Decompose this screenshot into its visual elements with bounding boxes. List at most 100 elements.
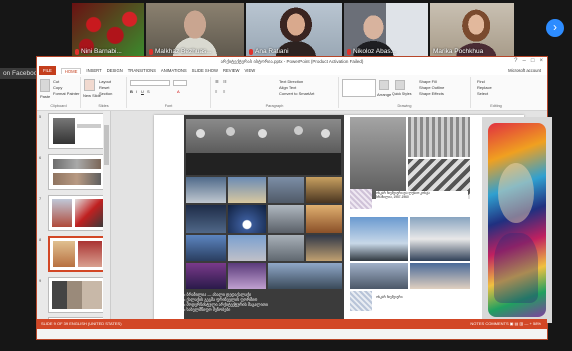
- find-button[interactable]: Find: [477, 79, 485, 84]
- participant-name: Ana Ratiani: [249, 48, 289, 55]
- bold-icon[interactable]: B: [130, 89, 133, 94]
- participant-tile[interactable]: Nini Barnabi...: [72, 3, 144, 57]
- slide-number: 7: [39, 196, 42, 201]
- slide-thumbnail[interactable]: [48, 154, 106, 190]
- arrange-icon[interactable]: [379, 80, 389, 90]
- new-slide-icon[interactable]: [84, 79, 95, 91]
- paragraph-group: ☰ ☷ ≡ ≡ Text Direction Align Text Conver…: [211, 77, 339, 108]
- select-button[interactable]: Select: [477, 91, 488, 96]
- historic-photo: [186, 119, 341, 175]
- layout-button[interactable]: Layout: [99, 79, 111, 84]
- help-icon[interactable]: ?: [514, 57, 517, 66]
- font-color-icon[interactable]: A: [177, 89, 180, 94]
- text-direction-button[interactable]: Text Direction: [279, 79, 303, 84]
- quick-styles-button[interactable]: Quick Styles: [392, 92, 411, 96]
- slide-thumbnail[interactable]: [48, 113, 106, 149]
- shape-fill-button[interactable]: Shape Fill: [419, 79, 437, 84]
- building-photo: [306, 205, 342, 233]
- building-photo: [306, 177, 342, 203]
- tab-design[interactable]: DESIGN: [107, 68, 123, 73]
- maximize-icon[interactable]: □: [531, 57, 535, 66]
- mic-muted-icon: [249, 48, 253, 55]
- chevron-right-icon[interactable]: ›: [546, 19, 564, 37]
- status-right[interactable]: NOTES COMMENTS ▣ ▤ ▥ — + 58%: [470, 319, 541, 329]
- shape-outline-button[interactable]: Shape Outline: [419, 85, 444, 90]
- participant-name: Nini Barnabi...: [75, 48, 122, 55]
- mic-muted-icon: [149, 48, 153, 55]
- arrange-button[interactable]: Arrange: [377, 92, 391, 97]
- group-label: Editing: [490, 104, 502, 108]
- account-name[interactable]: Microsoft account: [508, 68, 541, 73]
- slide-thumbnail[interactable]: [48, 195, 106, 231]
- status-bar: SLIDE 9 OF 39 ENGLISH (UNITED STATES) NO…: [37, 319, 547, 329]
- slides-group: New Slide Layout Reset Section Slides: [81, 77, 127, 108]
- slide-number: 9: [39, 278, 42, 283]
- window-title: არქიტექტურას ისტორია.pptx - PowerPoint (…: [220, 59, 364, 64]
- building-photo: [268, 235, 304, 261]
- building-photo: [186, 177, 226, 203]
- group-label: Paragraph: [265, 104, 284, 108]
- numbering-icon[interactable]: ☷: [223, 79, 227, 84]
- tab-animations[interactable]: ANIMATIONS: [161, 68, 187, 73]
- photo-caption: ოსკარ ნიემეიერი და ლუსიო კოსტა ბრაზილია, …: [376, 191, 468, 205]
- reset-button[interactable]: Reset: [99, 85, 109, 90]
- participant-name: Malkhaz Bezhuas...: [149, 48, 212, 55]
- slide-thumbnail-selected[interactable]: [48, 236, 106, 272]
- font-size-select[interactable]: [173, 80, 187, 86]
- pattern-swatch: [350, 189, 372, 209]
- tab-review[interactable]: REVIEW: [223, 68, 240, 73]
- shapes-gallery[interactable]: [342, 79, 376, 97]
- underline-icon[interactable]: U: [141, 89, 144, 94]
- minimize-icon[interactable]: –: [523, 57, 526, 66]
- slide-number: 8: [39, 237, 42, 242]
- font-group: B I U S A Font: [127, 77, 211, 108]
- align-center-icon[interactable]: ≡: [223, 89, 225, 94]
- shape-effects-button[interactable]: Shape Effects: [419, 91, 444, 96]
- building-photo: [410, 263, 470, 289]
- participant-tile[interactable]: Ana Ratiani: [246, 3, 342, 57]
- tab-insert[interactable]: INSERT: [86, 68, 101, 73]
- mural-artwork: [488, 123, 546, 317]
- drawing-group: Arrange Quick Styles Shape Fill Shape Ou…: [339, 77, 471, 108]
- paste-icon[interactable]: [40, 79, 50, 92]
- building-photo: [268, 263, 342, 289]
- thumbnails-scrollbar[interactable]: [103, 111, 110, 329]
- participant-tile[interactable]: Malkhaz Bezhuas...: [146, 3, 244, 57]
- tab-slide-show[interactable]: SLIDE SHOW: [192, 68, 218, 73]
- workspace: 5 6 7 8 9 • ბრაზილია — ახალი დედაქალაქი …: [37, 111, 552, 329]
- building-photo: [350, 263, 408, 289]
- participant-name: Marika Pochkhua: [433, 48, 484, 55]
- slide-canvas[interactable]: • ბრაზილია — ახალი დედაქალაქი • ქალაქის …: [154, 115, 552, 327]
- section-button[interactable]: Section: [99, 91, 112, 96]
- facade-photo: [408, 117, 470, 157]
- group-label: Slides: [98, 104, 109, 108]
- cathedral-photo: [228, 205, 266, 233]
- copy-button[interactable]: Copy: [53, 85, 62, 90]
- italic-icon[interactable]: I: [136, 89, 137, 94]
- slide-thumbnails-pane: 5 6 7 8 9: [37, 111, 111, 329]
- align-left-icon[interactable]: ≡: [215, 89, 217, 94]
- group-label: Drawing: [397, 104, 412, 108]
- paste-button[interactable]: Paste: [40, 94, 50, 99]
- convert-smartart-button[interactable]: Convert to SmartArt: [279, 91, 314, 96]
- close-icon[interactable]: ×: [539, 57, 543, 66]
- participant-tile[interactable]: Nikoloz Abas...: [344, 3, 428, 57]
- tab-view[interactable]: VIEW: [244, 68, 255, 73]
- tab-transitions[interactable]: TRANSITIONS: [128, 68, 156, 73]
- quick-styles-icon[interactable]: [395, 80, 405, 90]
- strikethrough-icon[interactable]: S: [147, 89, 150, 94]
- participant-tile[interactable]: Marika Pochkhua: [430, 3, 514, 57]
- tab-file[interactable]: FILE: [39, 66, 56, 75]
- building-photo: [186, 263, 226, 289]
- align-text-button[interactable]: Align Text: [279, 85, 296, 90]
- cut-button[interactable]: Cut: [53, 79, 59, 84]
- slide-bullet-list: • ბრაზილია — ახალი დედაქალაქი • ქალაქის …: [184, 292, 324, 312]
- slide-thumbnail[interactable]: [48, 277, 106, 313]
- clipboard-group: Paste Cut Copy Format Painter Clipboard: [37, 77, 81, 108]
- replace-button[interactable]: Replace: [477, 85, 492, 90]
- bullets-icon[interactable]: ☰: [215, 79, 219, 84]
- church-photo: [410, 217, 470, 261]
- format-painter-button[interactable]: Format Painter: [53, 91, 79, 96]
- tab-home[interactable]: HOME: [60, 67, 82, 74]
- font-family-select[interactable]: [130, 80, 170, 86]
